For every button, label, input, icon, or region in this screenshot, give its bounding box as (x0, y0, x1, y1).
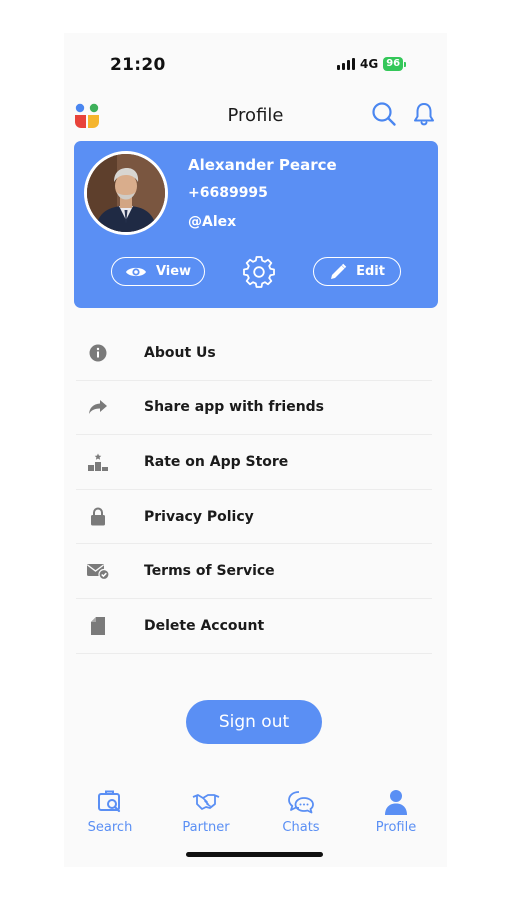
search-briefcase-icon (98, 790, 121, 813)
edit-button-label: Edit (356, 264, 385, 279)
menu-item-label: Rate on App Store (144, 453, 289, 470)
menu-item-privacy-policy[interactable]: Privacy Policy (76, 490, 432, 545)
info-icon (86, 343, 110, 363)
podium-icon (86, 452, 110, 472)
signal-icon (337, 58, 355, 70)
view-button[interactable]: View (111, 257, 205, 286)
handshake-icon (192, 794, 220, 810)
phone-screen: 21:20 4G 96 Profile Alexander Pearce +66… (64, 33, 447, 867)
status-time: 21:20 (110, 55, 166, 75)
status-indicators: 4G 96 (337, 57, 407, 71)
menu-item-label: Terms of Service (144, 563, 275, 580)
view-button-label: View (155, 264, 192, 279)
menu-item-label: Delete Account (144, 617, 265, 634)
profile-phone: +6689995 (188, 185, 268, 201)
bottom-tab-bar: Search Partner Chats Profile (64, 789, 447, 837)
home-indicator (186, 852, 323, 857)
eye-icon (125, 267, 146, 276)
profile-card: Alexander Pearce +6689995 @Alex View Edi… (74, 141, 438, 308)
menu-item-label: Privacy Policy (144, 508, 254, 525)
battery-tip (404, 61, 407, 67)
tab-label: Search (87, 820, 133, 835)
sign-out-button[interactable]: Sign out (186, 700, 322, 744)
mail-check-icon (86, 561, 110, 581)
menu-item-terms-of-service[interactable]: Terms of Service (76, 544, 432, 599)
tab-partner[interactable]: Partner (171, 789, 241, 835)
menu-item-about-us[interactable]: About Us (76, 326, 432, 381)
tab-search[interactable]: Search (75, 789, 145, 835)
tab-chats[interactable]: Chats (266, 789, 336, 835)
menu-item-label: Share app with friends (144, 399, 325, 416)
person-icon (385, 790, 407, 815)
menu-item-delete-account[interactable]: Delete Account (76, 599, 432, 654)
tab-profile[interactable]: Profile (361, 789, 431, 835)
pencil-icon (331, 263, 347, 279)
menu-item-share-app[interactable]: Share app with friends (76, 381, 432, 436)
menu-item-rate-app[interactable]: Rate on App Store (76, 435, 432, 490)
tab-label: Partner (182, 820, 230, 835)
chat-icon (288, 791, 314, 814)
menu-item-label: About Us (144, 344, 216, 361)
tab-label: Profile (375, 820, 417, 835)
search-icon[interactable] (371, 101, 397, 127)
profile-name: Alexander Pearce (188, 156, 337, 174)
bell-icon[interactable] (411, 101, 437, 127)
gear-icon[interactable] (243, 256, 275, 288)
profile-handle: @Alex (188, 214, 237, 230)
tab-label: Chats (282, 820, 320, 835)
share-icon (86, 397, 110, 417)
network-type: 4G (360, 57, 379, 71)
battery-icon: 96 (383, 57, 404, 71)
edit-button[interactable]: Edit (313, 257, 401, 286)
lock-icon (86, 507, 110, 527)
document-icon (86, 616, 110, 636)
settings-menu: About Us Share app with friends Rate on … (76, 326, 432, 654)
avatar[interactable] (84, 151, 168, 235)
